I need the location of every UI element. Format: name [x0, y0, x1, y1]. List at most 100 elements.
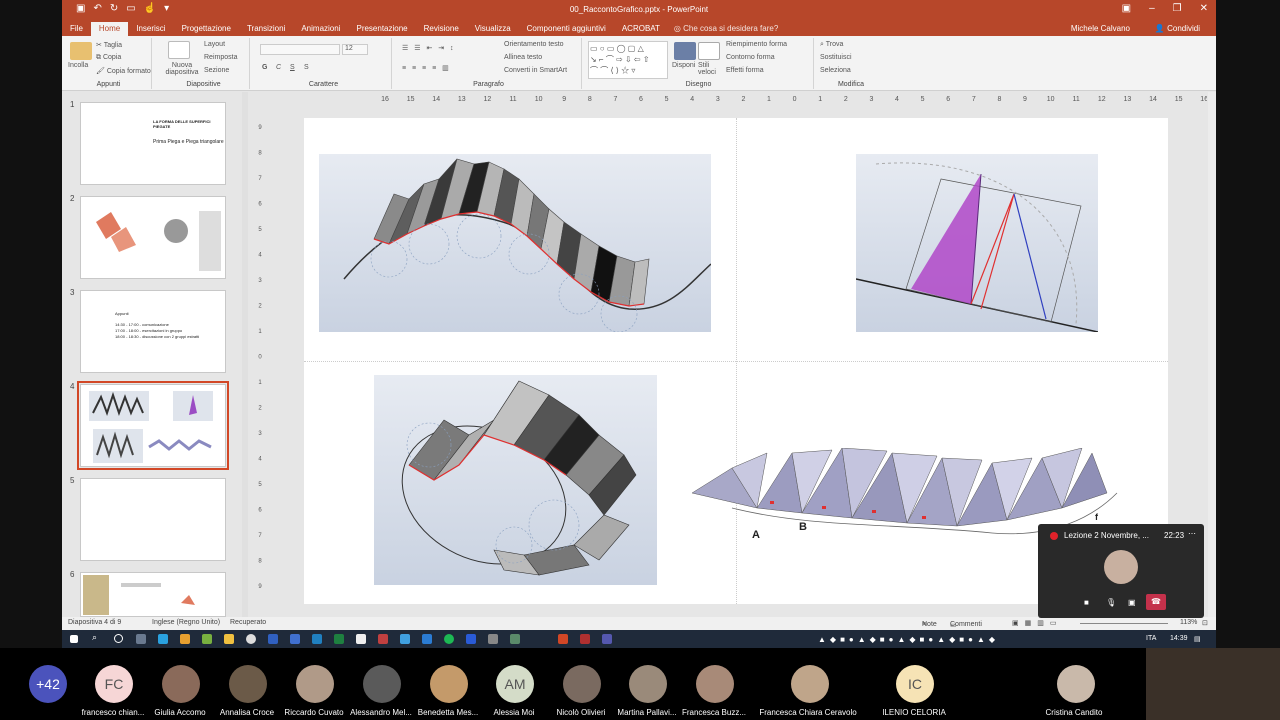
section-button[interactable]: Sezione	[204, 67, 229, 74]
app-icon[interactable]	[510, 634, 520, 644]
zoom-slider[interactable]	[1080, 623, 1168, 624]
participant-tile[interactable]: FC francesco chian...	[78, 648, 148, 720]
minimize-icon[interactable]: –	[1149, 3, 1155, 14]
slide-thumbnail-3[interactable]: Appunti 14:30 - 17:00 - comunicazione 17…	[80, 290, 226, 373]
camera-icon[interactable]: ■	[1084, 598, 1089, 607]
tab-review[interactable]: Revisione	[416, 22, 467, 36]
app-icon[interactable]	[488, 634, 498, 644]
participant-tile[interactable]: Francesca Buzz...	[679, 648, 749, 720]
user-name[interactable]: Michele Calvano	[1071, 24, 1130, 33]
participant-tile[interactable]: Nicolò Olivieri	[546, 648, 616, 720]
reset-button[interactable]: Reimposta	[204, 54, 237, 61]
tab-home[interactable]: Home	[90, 22, 129, 36]
share-screen-icon[interactable]: ▣	[1128, 598, 1136, 607]
input-language[interactable]: ITA	[1146, 635, 1156, 642]
quick-styles-icon[interactable]	[698, 42, 720, 60]
arrange-button[interactable]: Disponi	[672, 62, 695, 69]
thumbnail-scrollbar[interactable]	[242, 92, 248, 617]
hang-up-button[interactable]: ☎	[1146, 594, 1166, 610]
slide-thumbnail-2[interactable]	[80, 196, 226, 279]
new-slide-icon[interactable]	[168, 41, 190, 59]
smartart-button[interactable]: Converti in SmartArt	[504, 67, 567, 74]
replace-button[interactable]: Sostituisci	[820, 54, 852, 61]
participant-tile[interactable]: Benedetta Mes...	[413, 648, 483, 720]
italic-button[interactable]: C	[276, 64, 281, 71]
teams-icon[interactable]	[602, 634, 612, 644]
layout-button[interactable]: Layout	[204, 41, 225, 48]
close-icon[interactable]: ✕	[1200, 3, 1208, 14]
cortana-icon[interactable]	[114, 634, 123, 643]
select-button[interactable]: Seleziona	[820, 67, 851, 74]
bold-button[interactable]: G	[262, 64, 267, 71]
shape-fill-button[interactable]: Riempimento forma	[726, 41, 787, 48]
system-tray-icons[interactable]: ▲◆■●▲◆■●▲◆■●▲◆■●▲◆	[818, 635, 999, 644]
shapes-gallery[interactable]: ▭ ○ ▭ ◯ ▢ △ ↘ ⌐ ⌒ ⇨ ⇩ ⇦ ⇧ ⌒ ⌒ ⟨ ⟩ ☆ ▿	[588, 41, 668, 79]
app-icon[interactable]	[290, 634, 300, 644]
tab-design[interactable]: Progettazione	[174, 22, 239, 36]
participant-tile[interactable]: AM Alessia Moi	[479, 648, 549, 720]
app-icon[interactable]	[422, 634, 432, 644]
tab-slideshow[interactable]: Presentazione	[348, 22, 415, 36]
participant-tile[interactable]: +42	[12, 648, 82, 720]
participant-tile[interactable]: Alessandro Mel...	[346, 648, 416, 720]
align-text-button[interactable]: Allinea testo	[504, 54, 542, 61]
acrobat-icon[interactable]	[580, 634, 590, 644]
spotify-icon[interactable]	[444, 634, 454, 644]
participant-tile[interactable]: Annalisa Croce	[212, 648, 282, 720]
underline-button[interactable]: S	[290, 64, 295, 71]
tab-file[interactable]: File	[62, 22, 91, 36]
tab-insert[interactable]: Inserisci	[128, 22, 173, 36]
ribbon-display-icon[interactable]: ▣	[1122, 3, 1131, 14]
task-view-icon[interactable]	[136, 634, 146, 644]
font-name-combo[interactable]	[260, 44, 340, 55]
tab-addins[interactable]: Componenti aggiuntivi	[519, 22, 614, 36]
zoom-level[interactable]: 113%	[1180, 619, 1197, 626]
clock[interactable]: 14:39	[1170, 635, 1188, 642]
edge-icon[interactable]	[158, 634, 168, 644]
slide-scrollbar[interactable]	[1208, 92, 1216, 617]
folded-ring-image[interactable]	[374, 375, 657, 585]
folded-surface-wave-image[interactable]	[319, 154, 711, 332]
list-icons[interactable]: ☰ ☰ ⇤ ⇥ ↕	[402, 44, 456, 52]
arrange-icon[interactable]	[674, 42, 696, 60]
tab-animations[interactable]: Animazioni	[293, 22, 348, 36]
language-indicator[interactable]: Inglese (Regno Unito)	[152, 619, 220, 626]
shadow-button[interactable]: S	[304, 64, 309, 71]
cut-button[interactable]: ✂ Taglia	[96, 41, 122, 49]
tab-transitions[interactable]: Transizioni	[239, 22, 293, 36]
app-icon[interactable]	[400, 634, 410, 644]
slide-thumbnail-6[interactable]	[80, 572, 226, 617]
slide-thumbnail-1[interactable]: LA FORMA DELLE SUPERFICI PIEGATE Prima P…	[80, 102, 226, 185]
view-buttons[interactable]: ▣▦▥▭	[1012, 619, 1062, 627]
participant-tile[interactable]: Riccardo Cuvato	[279, 648, 349, 720]
more-options-icon[interactable]: ⋯	[1188, 529, 1196, 538]
participant-tile[interactable]: Martina Pallavi...	[612, 648, 682, 720]
app-icon[interactable]	[202, 634, 212, 644]
slide-thumbnails-pane[interactable]: 1 LA FORMA DELLE SUPERFICI PIEGATE Prima…	[62, 92, 242, 617]
microphone-icon[interactable]: 🎙	[1106, 598, 1116, 607]
slide-thumbnail-4[interactable]	[77, 381, 229, 470]
participant-tile[interactable]: Francesca Chiara Ceravolo	[746, 648, 870, 720]
powerpoint-icon[interactable]	[558, 634, 568, 644]
shape-outline-button[interactable]: Contorno forma	[726, 54, 775, 61]
participant-tile[interactable]: IC ILENIO CELORIA	[879, 648, 949, 720]
app-icon[interactable]	[180, 634, 190, 644]
find-button[interactable]: ⌕ Trova	[820, 41, 843, 49]
maximize-icon[interactable]: ❐	[1173, 3, 1182, 14]
text-direction-button[interactable]: Orientamento testo	[504, 41, 564, 48]
font-size-combo[interactable]: 12	[342, 44, 368, 55]
slide-thumbnail-5[interactable]	[80, 478, 226, 561]
app-icon[interactable]	[378, 634, 388, 644]
share-button[interactable]: 👤 Condividi	[1155, 24, 1200, 33]
quick-styles-button[interactable]: Stili veloci	[698, 62, 720, 76]
paste-button[interactable]: Incolla	[68, 62, 88, 69]
participant-tile[interactable]: Cristina Candito	[1012, 648, 1136, 720]
fit-slide-icon[interactable]: ⊡	[1202, 619, 1208, 627]
tell-me-input[interactable]: ◎ Che cosa si desidera fare?	[674, 24, 778, 36]
format-painter-button[interactable]: 🖌 Copia formato	[96, 67, 151, 75]
file-explorer-icon[interactable]	[224, 634, 234, 644]
self-video-preview[interactable]	[1146, 648, 1280, 720]
participant-tile[interactable]: Giulia Accomo	[145, 648, 215, 720]
new-slide-button[interactable]: Nuova diapositiva	[162, 62, 202, 76]
windows-start-icon[interactable]	[70, 635, 78, 643]
